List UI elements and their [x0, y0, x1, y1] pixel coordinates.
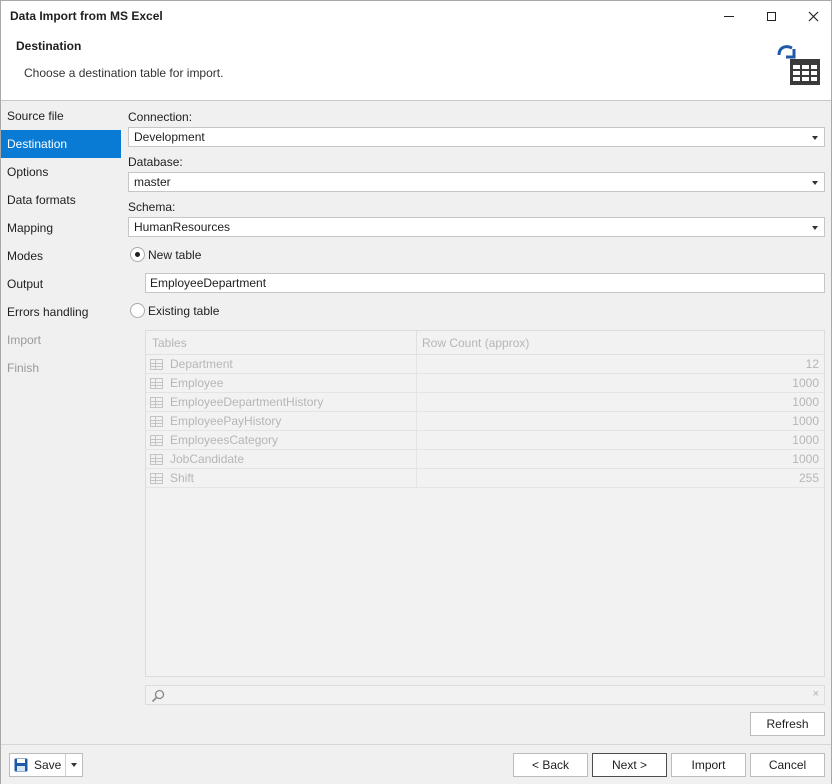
nav-step-destination[interactable]: Destination	[1, 130, 121, 158]
new-table-radio[interactable]	[130, 247, 145, 262]
nav-step-output[interactable]: Output	[1, 270, 121, 298]
table-row[interactable]: Shift 255	[146, 469, 824, 488]
close-button[interactable]	[793, 1, 832, 31]
chevron-down-icon	[812, 226, 818, 230]
database-label: Database:	[128, 155, 183, 169]
tables-grid: Tables Row Count (approx) Department 12 …	[145, 330, 825, 677]
table-row[interactable]: EmployeeDepartmentHistory 1000	[146, 393, 824, 412]
save-button[interactable]: Save	[10, 754, 66, 776]
row-count: 255	[798, 471, 819, 485]
floppy-disk-icon	[14, 758, 28, 772]
cancel-button[interactable]: Cancel	[750, 753, 825, 777]
table-name: Department	[170, 356, 233, 371]
minimize-icon	[724, 15, 734, 17]
nav-step-mapping[interactable]: Mapping	[1, 214, 121, 242]
column-header-row-count[interactable]: Row Count (approx)	[417, 331, 824, 354]
refresh-button[interactable]: Refresh	[750, 712, 825, 736]
page-header: Destination Choose a destination table f…	[1, 31, 831, 101]
table-row[interactable]: Department 12	[146, 355, 824, 374]
clear-search-icon[interactable]: ×	[813, 688, 819, 700]
database-dropdown[interactable]: master	[128, 172, 825, 192]
table-icon	[150, 396, 163, 408]
row-count: 1000	[792, 452, 819, 466]
chevron-down-icon	[71, 763, 77, 767]
row-count: 1000	[792, 376, 819, 390]
connection-dropdown[interactable]: Development	[128, 127, 825, 147]
minimize-button[interactable]	[709, 1, 749, 31]
new-table-name-input[interactable]: EmployeeDepartment	[145, 273, 825, 293]
table-name: EmployeesCategory	[170, 432, 279, 447]
nav-step-modes[interactable]: Modes	[1, 242, 121, 270]
chevron-down-icon	[812, 181, 818, 185]
row-count: 1000	[792, 395, 819, 409]
existing-table-label: Existing table	[148, 303, 220, 318]
table-icon	[150, 415, 163, 427]
grid-header: Tables Row Count (approx)	[146, 331, 824, 355]
existing-table-radio[interactable]	[130, 303, 145, 318]
row-count: 1000	[792, 433, 819, 447]
save-label: Save	[34, 758, 62, 772]
table-icon	[150, 434, 163, 446]
schema-dropdown[interactable]: HumanResources	[128, 217, 825, 237]
table-name: Employee	[170, 375, 224, 390]
destination-panel: Connection: Development Database: master…	[121, 102, 831, 744]
table-row[interactable]: EmployeePayHistory 1000	[146, 412, 824, 431]
schema-label: Schema:	[128, 200, 176, 214]
table-name: JobCandidate	[170, 451, 245, 466]
table-icon	[150, 377, 163, 389]
table-row[interactable]: EmployeesCategory 1000	[146, 431, 824, 450]
table-icon	[150, 472, 163, 484]
page-title: Destination	[16, 39, 82, 53]
wizard-steps-nav: Source file Destination Options Data for…	[1, 102, 121, 744]
new-table-option[interactable]: New table	[130, 247, 201, 262]
wizard-footer: Save < Back Next > Import Cancel	[1, 744, 831, 784]
save-options-dropdown[interactable]	[66, 754, 82, 776]
table-import-icon	[777, 45, 820, 85]
nav-step-data-formats[interactable]: Data formats	[1, 186, 121, 214]
title-bar: Data Import from MS Excel	[1, 1, 831, 31]
page-subtitle: Choose a destination table for import.	[24, 66, 224, 80]
table-row[interactable]: Employee 1000	[146, 374, 824, 393]
row-count: 12	[805, 357, 819, 371]
table-row[interactable]: JobCandidate 1000	[146, 450, 824, 469]
next-button[interactable]: Next >	[592, 753, 667, 777]
table-icon	[150, 358, 163, 370]
import-dialog: Data Import from MS Excel Destination Ch…	[0, 0, 832, 784]
table-name: EmployeePayHistory	[170, 413, 282, 428]
database-value: master	[134, 175, 171, 189]
chevron-down-icon	[812, 136, 818, 140]
table-name: Shift	[170, 470, 195, 485]
new-table-label: New table	[148, 247, 202, 262]
save-split-button: Save	[9, 753, 83, 777]
table-search-input[interactable]: ×	[145, 685, 825, 705]
back-button[interactable]: < Back	[513, 753, 588, 777]
window-title: Data Import from MS Excel	[10, 9, 163, 23]
column-header-tables[interactable]: Tables	[146, 331, 417, 354]
schema-value: HumanResources	[134, 220, 231, 234]
existing-table-option[interactable]: Existing table	[130, 303, 219, 318]
connection-value: Development	[134, 130, 205, 144]
nav-step-options[interactable]: Options	[1, 158, 121, 186]
search-icon	[151, 689, 165, 703]
close-icon	[808, 11, 818, 21]
row-count: 1000	[792, 414, 819, 428]
maximize-button[interactable]	[751, 1, 791, 31]
nav-step-finish: Finish	[7, 361, 40, 375]
nav-step-source-file[interactable]: Source file	[1, 102, 121, 130]
nav-step-errors-handling[interactable]: Errors handling	[1, 298, 121, 326]
table-name: EmployeeDepartmentHistory	[170, 394, 324, 409]
maximize-icon	[766, 11, 776, 21]
nav-step-import: Import	[7, 333, 42, 347]
table-icon	[150, 453, 163, 465]
connection-label: Connection:	[128, 110, 193, 124]
import-button[interactable]: Import	[671, 753, 746, 777]
